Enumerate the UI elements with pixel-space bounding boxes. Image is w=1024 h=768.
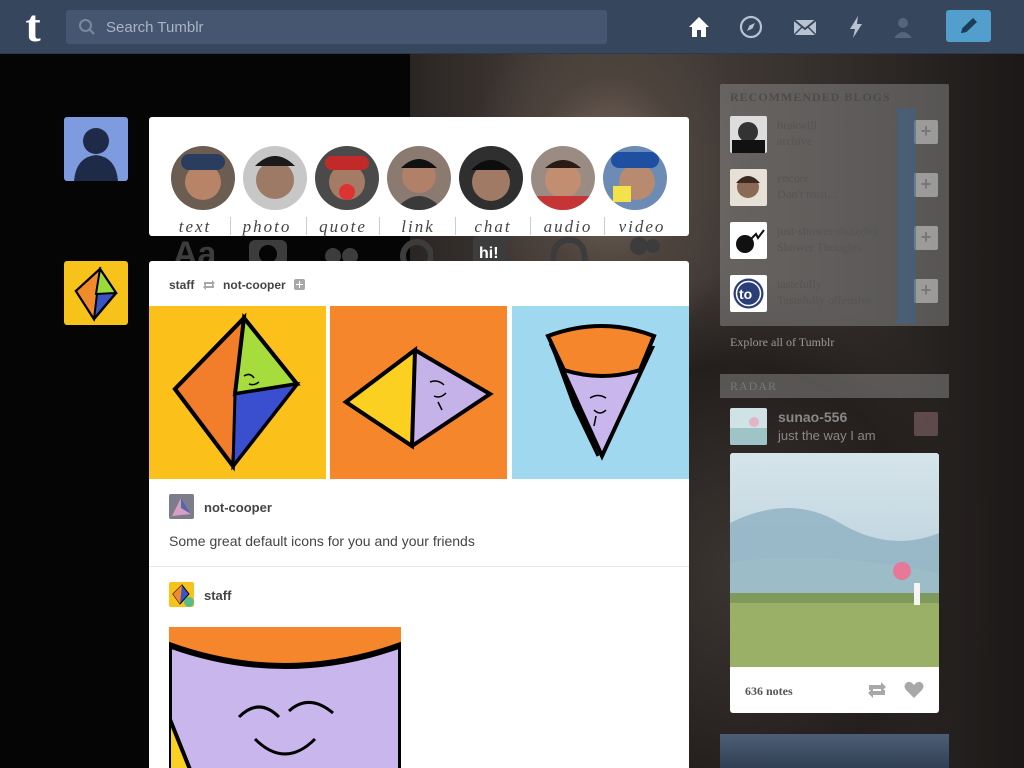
quote-label[interactable]: quote (307, 217, 379, 237)
activity-icon[interactable] (842, 13, 870, 41)
blog-subtitle: archive (777, 134, 813, 148)
blog-name[interactable]: brakwill (777, 118, 817, 133)
panel-overlay-strip (897, 108, 916, 324)
audio-post-option[interactable] (531, 146, 595, 210)
origin-blog-name[interactable]: not-cooper (223, 278, 286, 292)
video-label[interactable]: video (606, 217, 678, 237)
search-bar[interactable] (66, 10, 607, 44)
photo-post-option[interactable] (243, 146, 307, 210)
blog-avatar[interactable] (730, 116, 767, 153)
text-type-icon: Aa (173, 236, 217, 261)
radar-follow-button[interactable] (914, 412, 938, 436)
top-navigation-bar: t (0, 0, 1024, 54)
staff-avatar[interactable] (169, 582, 194, 607)
post-type-icons: Aa hi! (149, 236, 689, 261)
follow-button[interactable]: + (914, 226, 938, 250)
separator (455, 217, 456, 235)
headphones-icon (550, 236, 588, 261)
post-type-selector: text photo quote link chat audio video (149, 117, 689, 236)
photo-label[interactable]: photo (231, 217, 303, 237)
chat-post-option[interactable] (459, 146, 523, 210)
text-label[interactable]: text (159, 217, 231, 237)
not-cooper-avatar[interactable] (169, 494, 194, 519)
recommended-title: RECOMMENDED BLOGS (730, 90, 891, 104)
radar-title: RADAR (730, 379, 778, 393)
svg-text:hi!: hi! (479, 245, 499, 261)
heart-icon[interactable] (904, 681, 924, 699)
radar-header: RADAR (720, 374, 949, 398)
chat-icon: hi! (473, 236, 507, 261)
separator (604, 217, 605, 235)
post-caption: Some great default icons for you and you… (169, 533, 475, 549)
blog-avatar[interactable] (730, 169, 767, 206)
photo-2[interactable] (330, 306, 507, 479)
radar-blog-avatar[interactable] (730, 408, 767, 445)
blog-name[interactable]: encore (777, 171, 809, 186)
notes-count[interactable]: 636 notes (745, 684, 793, 699)
radar-blog[interactable]: sunao-556 just the way I am (730, 408, 939, 446)
blog-name[interactable]: just-shower-thoughts (777, 224, 878, 239)
quote-icon (325, 248, 358, 261)
photo-1[interactable] (149, 306, 326, 479)
reblog-icon[interactable] (866, 681, 888, 699)
camera-icon (249, 240, 287, 261)
link-label[interactable]: link (382, 217, 454, 237)
svg-text:to: to (739, 286, 752, 302)
staff-post-image[interactable] (169, 627, 401, 768)
radar-blog-subtitle: just the way I am (778, 428, 876, 443)
pencil-icon (961, 18, 977, 33)
link-post-option[interactable] (387, 146, 451, 210)
follow-button[interactable]: + (914, 279, 938, 303)
follow-plus-icon[interactable] (294, 279, 306, 291)
user-avatar[interactable] (64, 117, 128, 181)
tumblr-logo[interactable]: t (16, 3, 50, 49)
photo-3[interactable] (512, 306, 689, 479)
account-icon[interactable] (889, 13, 917, 41)
reblogger-name[interactable]: staff (169, 278, 194, 292)
blog-avatar[interactable] (730, 222, 767, 259)
sidebar-bottom-panel (720, 734, 949, 768)
radar-post-card: 636 notes (730, 453, 939, 713)
dashboard-post: staff not-cooper not-cooper Some great d… (149, 261, 689, 768)
chat-label[interactable]: chat (457, 217, 529, 237)
photoset[interactable] (149, 306, 689, 479)
blog-subtitle: Don't trust... (777, 187, 837, 201)
audio-label[interactable]: audio (532, 217, 604, 237)
link-icon (400, 239, 433, 261)
separator (530, 217, 531, 235)
compose-button[interactable] (946, 10, 991, 42)
post-header: staff not-cooper (169, 277, 306, 292)
follow-button[interactable]: + (914, 120, 938, 144)
reblog-icon (202, 279, 215, 290)
blog-avatar[interactable]: to (730, 275, 767, 312)
search-input[interactable] (106, 10, 596, 44)
video-post-option[interactable] (603, 146, 667, 210)
follow-button[interactable]: + (914, 173, 938, 197)
radar-blog-name[interactable]: sunao-556 (778, 409, 847, 425)
blog-subtitle: Shower Thoughts (777, 240, 862, 254)
trail-blog-name[interactable]: staff (204, 588, 231, 603)
search-icon (79, 19, 95, 35)
explore-icon[interactable] (737, 13, 765, 41)
separator (379, 217, 380, 235)
explore-link[interactable]: Explore all of Tumblr (730, 335, 834, 350)
blog-subtitle: Tastefully offensive (777, 293, 873, 307)
blog-name[interactable]: tastefully (777, 277, 822, 292)
radar-post-photo[interactable] (730, 453, 939, 667)
quote-post-option[interactable] (315, 146, 379, 210)
text-post-option[interactable] (171, 146, 235, 210)
inbox-icon[interactable] (791, 13, 819, 41)
post-author-avatar[interactable] (64, 261, 128, 325)
home-icon[interactable] (685, 13, 713, 41)
trail-divider (149, 566, 689, 567)
trail-blog-name[interactable]: not-cooper (204, 500, 272, 515)
video-camera-icon (630, 237, 660, 255)
